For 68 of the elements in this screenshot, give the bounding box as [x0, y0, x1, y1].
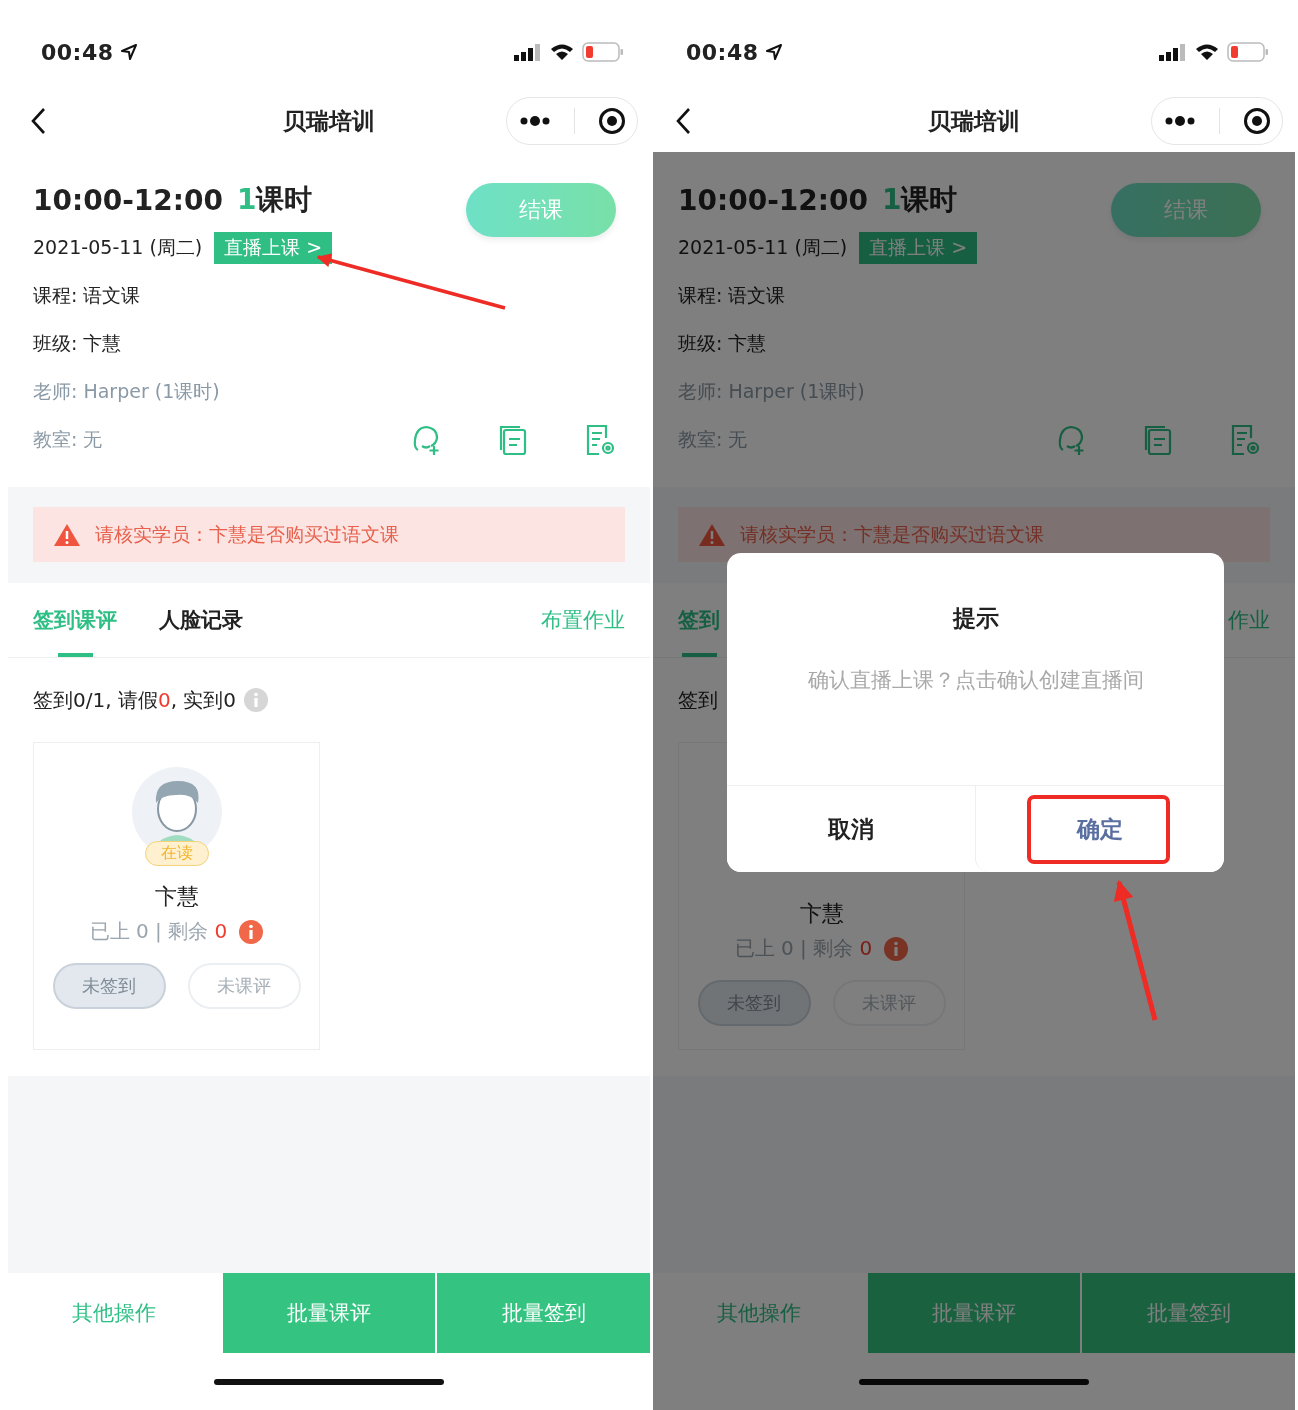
battery-icon	[1227, 42, 1269, 62]
target-icon[interactable]	[597, 107, 626, 135]
document-settings-icon[interactable]	[584, 424, 616, 456]
signal-icon	[514, 43, 542, 61]
student-name: 卞慧	[799, 900, 844, 928]
action-button[interactable]: 批量签到	[1082, 1273, 1295, 1353]
more-icon[interactable]	[518, 115, 551, 127]
tab[interactable]: 签到	[678, 583, 720, 657]
back-icon[interactable]	[30, 107, 46, 135]
target-icon[interactable]	[1242, 107, 1271, 135]
info-icon[interactable]	[884, 936, 909, 961]
warning-icon	[698, 522, 726, 547]
end-class-button[interactable]: 结课	[1111, 183, 1261, 237]
dialog-title: 提示	[952, 604, 999, 633]
action-button[interactable]: 批量签到	[437, 1273, 650, 1353]
document-settings-icon[interactable]	[1229, 424, 1261, 456]
classroom-label: 教室: 无	[33, 427, 103, 452]
page-title: 贝瑞培训	[283, 107, 375, 134]
tab[interactable]: 签到课评	[33, 583, 117, 657]
lesson-hours: 1课时	[881, 182, 958, 218]
battery-icon	[582, 42, 624, 62]
status-badge: 在读	[144, 841, 209, 866]
lesson-stats: 已上 0 | 剩余 0	[89, 918, 228, 945]
lesson-date: 2021-05-11 (周二)	[678, 235, 848, 260]
teacher-label: 老师: Harper (1课时)	[678, 379, 865, 404]
copy-icon[interactable]	[1143, 424, 1173, 456]
dialog-message: 确认直播上课？点击确认创建直播间	[806, 667, 1145, 694]
course-label: 课程: 语文课	[33, 283, 141, 308]
add-user-icon[interactable]	[412, 424, 442, 456]
lesson-date: 2021-05-11 (周二)	[33, 235, 203, 260]
lesson-time: 10:00-12:00	[678, 183, 868, 217]
location-icon	[764, 43, 783, 61]
location-icon	[119, 43, 138, 61]
class-label: 班级: 卞慧	[33, 331, 122, 356]
wifi-icon	[550, 43, 574, 61]
classroom-label: 教室: 无	[678, 427, 748, 452]
class-label: 班级: 卞慧	[678, 331, 767, 356]
lesson-hours: 1课时	[236, 182, 313, 218]
live-class-button[interactable]: 直播上课 >	[859, 232, 978, 264]
warning-text: 请核实学员：卞慧是否购买过语文课	[740, 521, 1044, 547]
info-icon[interactable]	[239, 919, 264, 944]
signal-icon	[1159, 43, 1187, 61]
teacher-label: 老师: Harper (1课时)	[33, 379, 220, 404]
status-button[interactable]: 未签到	[52, 963, 166, 1009]
tab[interactable]: 人脸记录	[159, 583, 243, 657]
attendance-summary: 签到0/1, 请假0, 实到0	[33, 686, 237, 714]
warning-icon	[53, 522, 81, 547]
confirm-button[interactable]: 确定	[975, 786, 1224, 872]
live-class-button[interactable]: 直播上课 >	[214, 232, 333, 264]
page-title: 贝瑞培训	[928, 107, 1020, 134]
action-button[interactable]: 批量课评	[222, 1273, 436, 1353]
assign-homework-link[interactable]: 布置作业	[541, 606, 625, 634]
status-time: 00:48	[686, 39, 759, 65]
student-name: 卞慧	[154, 883, 199, 911]
lesson-time: 10:00-12:00	[33, 183, 223, 217]
back-icon[interactable]	[675, 107, 691, 135]
attendance-summary: 签到	[678, 686, 718, 714]
warning-text: 请核实学员：卞慧是否购买过语文课	[95, 521, 399, 547]
assign-homework-link[interactable]: 作业	[1228, 606, 1270, 634]
action-button[interactable]: 批量课评	[867, 1273, 1081, 1353]
status-time: 00:48	[41, 39, 114, 65]
wifi-icon	[1195, 43, 1219, 61]
info-icon[interactable]	[244, 688, 269, 712]
end-class-button[interactable]: 结课	[466, 183, 616, 237]
course-label: 课程: 语文课	[678, 283, 786, 308]
more-icon[interactable]	[1163, 115, 1196, 127]
copy-icon[interactable]	[498, 424, 528, 456]
add-user-icon[interactable]	[1057, 424, 1087, 456]
